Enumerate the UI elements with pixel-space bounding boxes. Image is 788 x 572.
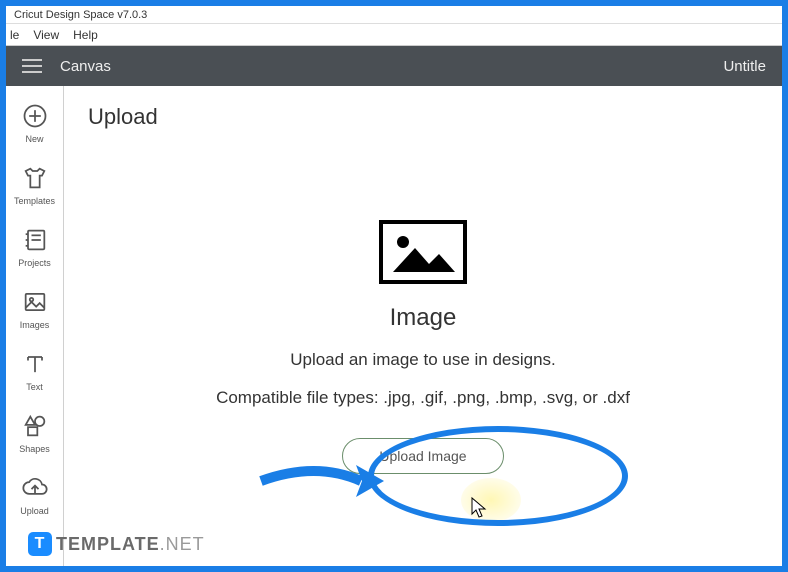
upload-compatible-types: Compatible file types: .jpg, .gif, .png,…	[88, 388, 758, 408]
cloud-upload-icon	[21, 474, 49, 502]
watermark-bold: TEMPLATE	[56, 534, 160, 555]
project-name[interactable]: Untitle	[723, 58, 766, 75]
page-title: Upload	[88, 104, 758, 130]
menu-file[interactable]: le	[10, 28, 19, 42]
sidebar-item-text[interactable]: Text	[6, 340, 63, 402]
sidebar-item-label: Text	[26, 382, 43, 392]
upload-area: Image Upload an image to use in designs.…	[88, 220, 758, 474]
watermark: T TEMPLATE .NET	[28, 532, 205, 556]
appbar-title: Canvas	[60, 58, 111, 75]
watermark-logo-icon: T	[28, 532, 52, 556]
sidebar-item-label: Upload	[20, 506, 49, 516]
sidebar-item-label: Templates	[14, 196, 55, 206]
appbar: Canvas Untitle	[6, 46, 782, 86]
upload-image-button[interactable]: Upload Image	[342, 438, 503, 474]
sidebar-item-templates[interactable]: Templates	[6, 154, 63, 216]
main-content: Upload Image Upload an image to use in d…	[64, 86, 782, 566]
hamburger-menu-icon[interactable]	[22, 59, 42, 73]
upload-subtext: Upload an image to use in designs.	[88, 350, 758, 370]
sidebar-item-projects[interactable]: Projects	[6, 216, 63, 278]
watermark-rest: .NET	[160, 534, 205, 555]
notebook-icon	[21, 226, 49, 254]
plus-circle-icon	[21, 102, 49, 130]
sidebar-item-shapes[interactable]: Shapes	[6, 402, 63, 464]
menubar: le View Help	[6, 24, 782, 46]
text-icon	[21, 350, 49, 378]
sidebar-item-label: Images	[20, 320, 50, 330]
image-icon	[21, 288, 49, 316]
menu-help[interactable]: Help	[73, 28, 98, 42]
menu-view[interactable]: View	[33, 28, 59, 42]
sidebar-item-label: Projects	[18, 258, 51, 268]
tshirt-icon	[21, 164, 49, 192]
sidebar-item-label: New	[25, 134, 43, 144]
sidebar-item-new[interactable]: New	[6, 92, 63, 154]
window-title: Cricut Design Space v7.0.3	[14, 9, 147, 21]
window-titlebar: Cricut Design Space v7.0.3	[6, 6, 782, 24]
sidebar-item-upload[interactable]: Upload	[6, 464, 63, 526]
sidebar-item-label: Shapes	[19, 444, 50, 454]
sidebar-item-images[interactable]: Images	[6, 278, 63, 340]
upload-heading: Image	[88, 304, 758, 332]
shapes-icon	[21, 412, 49, 440]
sidebar: New Templates Projects Images	[6, 86, 64, 566]
image-placeholder-icon	[379, 220, 467, 284]
